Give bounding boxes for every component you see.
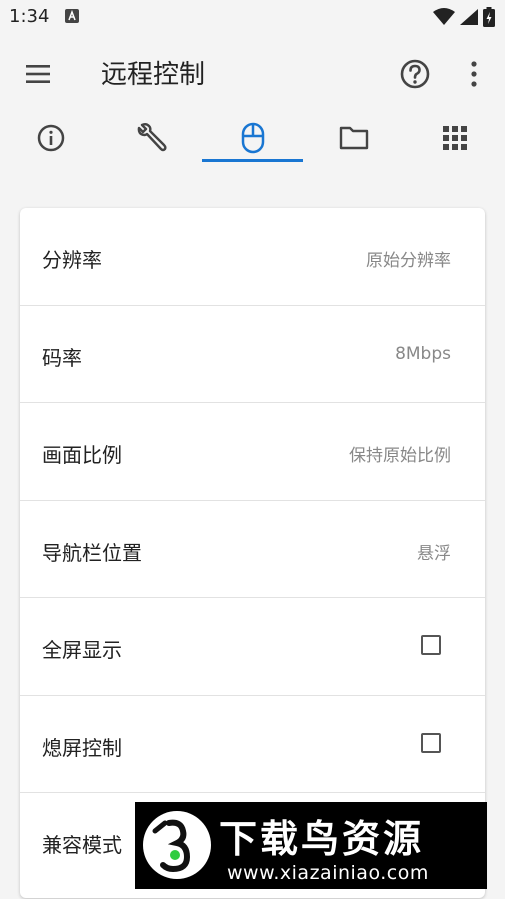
status-time: 1:34 bbox=[9, 6, 50, 27]
setting-label: 码率 bbox=[42, 345, 82, 370]
setting-value: 保持原始比例 bbox=[349, 446, 451, 466]
setting-label: 熄屏控制 bbox=[42, 735, 122, 760]
setting-label: 全屏显示 bbox=[42, 638, 122, 662]
mouse-icon bbox=[241, 122, 264, 154]
status-icons bbox=[433, 7, 495, 27]
info-icon bbox=[37, 124, 64, 152]
selected-tab-indicator bbox=[202, 159, 303, 162]
app-notification-icon bbox=[65, 9, 79, 23]
screen-off-control-checkbox[interactable] bbox=[421, 732, 441, 753]
status-bar: 1:34 bbox=[0, 0, 505, 36]
tab-apps[interactable] bbox=[404, 112, 505, 164]
tab-info[interactable] bbox=[0, 112, 101, 164]
help-icon[interactable] bbox=[397, 56, 433, 92]
setting-label: 导航栏位置 bbox=[42, 540, 142, 565]
watermark-url: www.xiazainiao.com bbox=[227, 862, 429, 884]
setting-resolution[interactable]: 分辨率 原始分辨率 bbox=[20, 208, 485, 306]
bird-logo-icon bbox=[143, 811, 211, 879]
more-options-icon[interactable] bbox=[462, 56, 486, 92]
setting-value: 8Mbps bbox=[395, 343, 451, 364]
settings-card: 分辨率 原始分辨率 码率 8Mbps 画面比例 保持原始比例 导航栏位置 悬浮 … bbox=[20, 208, 485, 898]
setting-value: 原始分辨率 bbox=[366, 251, 451, 271]
menu-icon[interactable] bbox=[22, 58, 54, 90]
wrench-icon bbox=[137, 123, 167, 152]
tab-mouse[interactable] bbox=[202, 112, 303, 164]
setting-navbar-position[interactable]: 导航栏位置 悬浮 bbox=[20, 501, 485, 598]
wifi-icon bbox=[433, 8, 455, 25]
tab-tools[interactable] bbox=[101, 112, 202, 164]
signal-icon bbox=[460, 9, 478, 25]
grid-icon bbox=[442, 126, 467, 150]
watermark-banner: 下载鸟资源 www.xiazainiao.com bbox=[135, 802, 487, 889]
setting-label: 兼容模式 bbox=[42, 833, 122, 857]
watermark-title: 下载鸟资源 bbox=[219, 817, 425, 861]
setting-bitrate[interactable]: 码率 8Mbps bbox=[20, 306, 485, 403]
tab-folder[interactable] bbox=[303, 112, 404, 164]
battery-icon bbox=[483, 7, 495, 27]
setting-aspect-ratio[interactable]: 画面比例 保持原始比例 bbox=[20, 403, 485, 501]
setting-fullscreen[interactable]: 全屏显示 bbox=[20, 598, 485, 696]
app-bar: 远程控制 bbox=[0, 36, 505, 112]
setting-screen-off-control[interactable]: 熄屏控制 bbox=[20, 696, 485, 793]
setting-label: 画面比例 bbox=[42, 443, 122, 467]
fullscreen-checkbox[interactable] bbox=[421, 635, 441, 655]
page-title: 远程控制 bbox=[101, 60, 206, 90]
folder-icon bbox=[339, 126, 368, 150]
setting-value: 悬浮 bbox=[417, 543, 451, 564]
tab-bar bbox=[0, 112, 505, 164]
setting-label: 分辨率 bbox=[42, 248, 102, 272]
